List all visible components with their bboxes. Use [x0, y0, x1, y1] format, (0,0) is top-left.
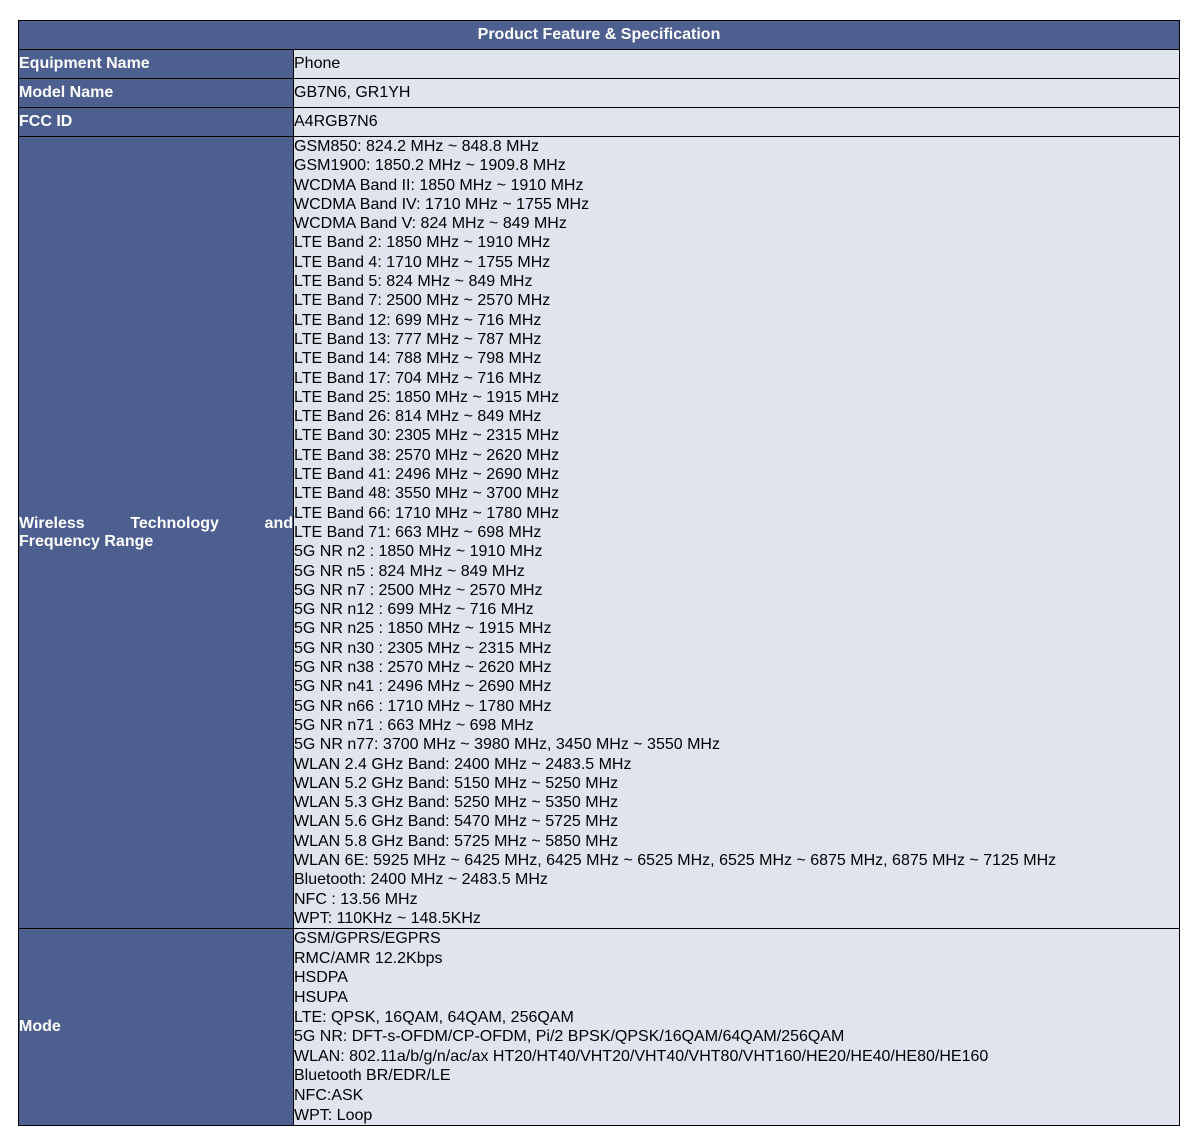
- spec-table: Product Feature & Specification Equipmen…: [18, 20, 1180, 1127]
- wireless-row: Wireless Technology and Frequency Range …: [18, 135, 1180, 930]
- frequency-range-line: LTE Band 14: 788 MHz ~ 798 MHz: [294, 350, 542, 368]
- frequency-range-line: LTE Band 4: 1710 MHz ~ 1755 MHz: [294, 253, 551, 271]
- equipment-name-row: Equipment Name Phone: [18, 49, 1180, 79]
- frequency-range-line: LTE Band 41: 2496 MHz ~ 2690 MHz: [294, 466, 560, 484]
- model-name-label: Model Name: [18, 78, 294, 108]
- mode-line: HSDPA: [294, 969, 348, 987]
- frequency-range-line: 5G NR n38 : 2570 MHz ~ 2620 MHz: [294, 659, 552, 677]
- mode-line: 5G NR: DFT-s-OFDM/CP-OFDM, Pi/2 BPSK/QPS…: [294, 1028, 845, 1046]
- model-name-row: Model Name GB7N6, GR1YH: [18, 78, 1180, 108]
- frequency-range-line: WCDMA Band II: 1850 MHz ~ 1910 MHz: [294, 176, 584, 194]
- wireless-frequency-label: Wireless Technology and Frequency Range: [18, 135, 294, 930]
- frequency-range-line: GSM1900: 1850.2 MHz ~ 1909.8 MHz: [294, 157, 566, 175]
- frequency-range-line: LTE Band 71: 663 MHz ~ 698 MHz: [294, 523, 542, 541]
- frequency-range-line: 5G NR n25 : 1850 MHz ~ 1915 MHz: [294, 620, 552, 638]
- frequency-range-line: WLAN 5.3 GHz Band: 5250 MHz ~ 5350 MHz: [294, 794, 619, 812]
- frequency-range-line: LTE Band 30: 2305 MHz ~ 2315 MHz: [294, 427, 560, 445]
- frequency-range-line: NFC : 13.56 MHz: [294, 890, 418, 908]
- equipment-name-label: Equipment Name: [18, 49, 294, 79]
- frequency-range-line: WPT: 110KHz ~ 148.5KHz: [294, 909, 481, 927]
- frequency-range-line: LTE Band 17: 704 MHz ~ 716 MHz: [294, 369, 542, 387]
- frequency-range-line: WLAN 2.4 GHz Band: 2400 MHz ~ 2483.5 MHz: [294, 755, 632, 773]
- mode-label: Mode: [18, 928, 294, 1127]
- frequency-range-line: 5G NR n7 : 2500 MHz ~ 2570 MHz: [294, 581, 543, 599]
- mode-line: GSM/GPRS/EGPRS: [294, 930, 441, 948]
- mode-lines: GSM/GPRS/EGPRS RMC/AMR 12.2Kbps HSDPA HSUPA…: [294, 929, 1179, 1125]
- frequency-range-line: 5G NR n2 : 1850 MHz ~ 1910 MHz: [294, 543, 543, 561]
- frequency-range-line: LTE Band 13: 777 MHz ~ 787 MHz: [294, 330, 542, 348]
- frequency-range-line: LTE Band 66: 1710 MHz ~ 1780 MHz: [294, 504, 560, 522]
- frequency-range-line: WLAN 6E: 5925 MHz ~ 6425 MHz, 6425 MHz ~…: [294, 851, 1057, 869]
- frequency-range-line: LTE Band 12: 699 MHz ~ 716 MHz: [294, 311, 542, 329]
- frequency-range-line: 5G NR n77: 3700 MHz ~ 3980 MHz, 3450 MHz…: [294, 736, 720, 754]
- mode-list: GSM/GPRS/EGPRS RMC/AMR 12.2Kbps HSDPA HSUPA…: [293, 928, 1180, 1127]
- frequency-range-line: 5G NR n12 : 699 MHz ~ 716 MHz: [294, 601, 534, 619]
- frequency-range-line: 5G NR n71 : 663 MHz ~ 698 MHz: [294, 716, 534, 734]
- mode-line: HSUPA: [294, 988, 348, 1006]
- frequency-range-line: LTE Band 2: 1850 MHz ~ 1910 MHz: [294, 234, 551, 252]
- frequency-range-line: LTE Band 26: 814 MHz ~ 849 MHz: [294, 408, 542, 426]
- frequency-range-line: 5G NR n30 : 2305 MHz ~ 2315 MHz: [294, 639, 552, 657]
- frequency-range-line: LTE Band 7: 2500 MHz ~ 2570 MHz: [294, 292, 551, 310]
- frequency-range-line: LTE Band 5: 824 MHz ~ 849 MHz: [294, 273, 533, 291]
- frequency-range-line: Bluetooth: 2400 MHz ~ 2483.5 MHz: [294, 871, 548, 889]
- frequency-range-line: WLAN 5.2 GHz Band: 5150 MHz ~ 5250 MHz: [294, 774, 619, 792]
- mode-line: WPT: Loop: [294, 1106, 373, 1124]
- frequency-range-line: GSM850: 824.2 MHz ~ 848.8 MHz: [294, 138, 539, 155]
- mode-line: NFC:ASK: [294, 1086, 364, 1104]
- wireless-lines: GSM850: 824.2 MHz ~ 848.8 MHz GSM1900: 18…: [294, 137, 1179, 928]
- frequency-range-line: 5G NR n5 : 824 MHz ~ 849 MHz: [294, 562, 525, 580]
- mode-line: Bluetooth BR/EDR/LE: [294, 1067, 451, 1085]
- frequency-range-line: 5G NR n41 : 2496 MHz ~ 2690 MHz: [294, 678, 552, 696]
- mode-line: WLAN: 802.11a/b/g/n/ac/ax HT20/HT40/VHT2…: [294, 1047, 989, 1065]
- mode-line: RMC/AMR 12.2Kbps: [294, 949, 443, 967]
- table-title: Product Feature & Specification: [18, 20, 1180, 50]
- equipment-name-value: Phone: [293, 49, 1180, 79]
- frequency-range-line: WLAN 5.6 GHz Band: 5470 MHz ~ 5725 MHz: [294, 813, 619, 831]
- title-row: Product Feature & Specification: [18, 20, 1180, 50]
- frequency-range-line: LTE Band 25: 1850 MHz ~ 1915 MHz: [294, 388, 560, 406]
- frequency-range-line: LTE Band 48: 3550 MHz ~ 3700 MHz: [294, 485, 560, 503]
- fcc-id-value: A4RGB7N6: [293, 107, 1180, 137]
- model-name-value: GB7N6, GR1YH: [293, 78, 1180, 108]
- frequency-range-line: WCDMA Band V: 824 MHz ~ 849 MHz: [294, 215, 567, 233]
- frequency-range-line: WCDMA Band IV: 1710 MHz ~ 1755 MHz: [294, 195, 590, 213]
- wireless-frequency-list: GSM850: 824.2 MHz ~ 848.8 MHz GSM1900: 18…: [293, 135, 1180, 930]
- mode-line: LTE: QPSK, 16QAM, 64QAM, 256QAM: [294, 1008, 574, 1026]
- fcc-id-label: FCC ID: [18, 107, 294, 137]
- frequency-range-line: WLAN 5.8 GHz Band: 5725 MHz ~ 5850 MHz: [294, 832, 619, 850]
- fcc-id-row: FCC ID A4RGB7N6: [18, 107, 1180, 137]
- frequency-range-line: LTE Band 38: 2570 MHz ~ 2620 MHz: [294, 446, 560, 464]
- frequency-range-line: 5G NR n66 : 1710 MHz ~ 1780 MHz: [294, 697, 552, 715]
- mode-row: Mode GSM/GPRS/EGPRS RMC/AMR 12.2Kbps HSDPA…: [18, 928, 1180, 1127]
